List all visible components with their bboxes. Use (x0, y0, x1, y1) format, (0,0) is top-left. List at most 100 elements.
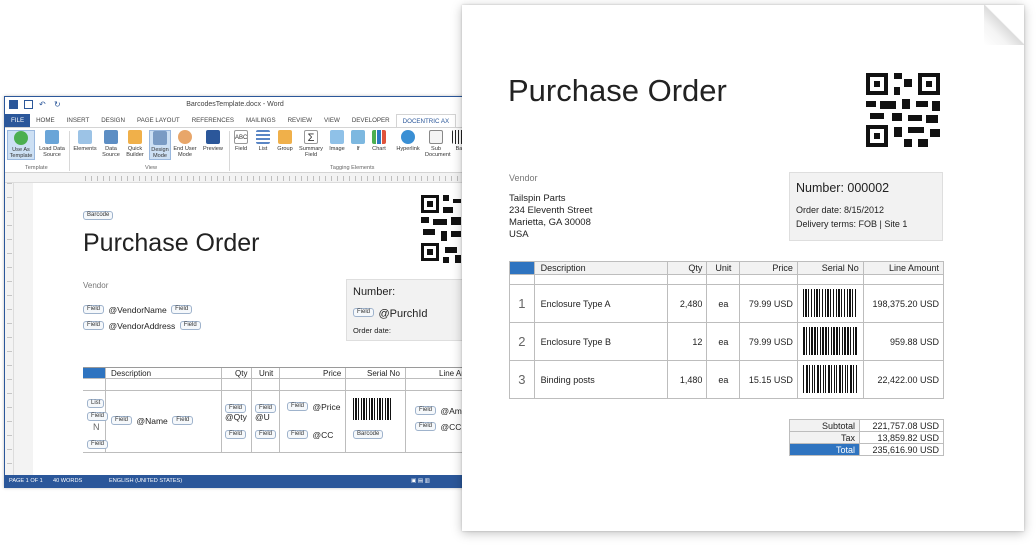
row-serial-barcode (796, 360, 864, 399)
template-number-box: Number: Field @PurchId Order date: (346, 279, 465, 341)
field-tag[interactable]: Field (111, 416, 133, 426)
word-preview-icon (206, 130, 220, 144)
group-label-tagging-elements: Tagging Elements (330, 165, 375, 171)
vendor-address-line: Field @VendorAddress Field (83, 317, 201, 335)
row-qty: 2,480 (667, 284, 708, 323)
list-button[interactable]: List (255, 130, 271, 152)
purch-id-field[interactable]: @PurchId (378, 308, 427, 320)
hyperlink-button[interactable]: Hyperlink (393, 130, 423, 152)
field-tag[interactable]: Field (255, 430, 277, 440)
row-price: 79.99 USD (739, 322, 798, 361)
sigma-icon: Σ (304, 130, 318, 144)
vendor-line: Tailspin Parts (509, 193, 566, 204)
elements-button[interactable]: Elements (71, 130, 99, 152)
field-tag[interactable]: Field (287, 430, 309, 440)
image-icon (330, 130, 344, 144)
field-tag[interactable]: Field (415, 406, 437, 416)
horizontal-ruler[interactable] (5, 174, 465, 183)
status-bar: PAGE 1 OF 1 40 WORDS ENGLISH (UNITED STA… (5, 475, 465, 487)
table-row: 1 Enclosure Type A 2,480 ea 79.99 USD 19… (509, 284, 945, 323)
amount-currency-field[interactable]: @CC (440, 422, 461, 432)
vendor-name-field[interactable]: @VendorName (108, 305, 166, 315)
field-tag[interactable]: Field (179, 321, 201, 331)
template-table[interactable]: Description Qty Unit Price Serial No Lin… (83, 367, 465, 453)
chart-button[interactable]: Chart (369, 130, 389, 152)
barcode-tag[interactable]: Barcode (353, 430, 384, 440)
page-count[interactable]: PAGE 1 OF 1 (9, 478, 43, 484)
group-separator (69, 131, 70, 171)
end-user-mode-button[interactable]: End User Mode (173, 130, 197, 158)
vertical-ruler[interactable] (5, 183, 14, 475)
barcode-tag[interactable]: Barcode (83, 211, 114, 221)
header-line-amount: Line Amount (862, 261, 945, 275)
field-tag[interactable]: Field (225, 430, 247, 440)
table-header-accent (83, 368, 105, 378)
summary-field-button[interactable]: Σ Summary Field (297, 130, 325, 158)
if-label: If (356, 146, 360, 152)
list-icon (256, 130, 270, 144)
tab-review[interactable]: REVIEW (282, 114, 318, 127)
field-tag[interactable]: Field (83, 321, 105, 331)
quick-builder-button[interactable]: Quick Builder (123, 130, 147, 158)
tab-view[interactable]: VIEW (318, 114, 346, 127)
name-field[interactable]: @Name (136, 416, 167, 426)
tab-design[interactable]: DESIGN (95, 114, 131, 127)
field-tag[interactable]: Field (83, 305, 105, 315)
tab-insert[interactable]: INSERT (61, 114, 96, 127)
sub-document-button[interactable]: Sub Document (425, 130, 451, 158)
unit-field-tag-wrap-2: Field (255, 426, 277, 444)
currency-field[interactable]: @CC (312, 430, 333, 440)
qty-field[interactable]: @Qty (225, 412, 247, 422)
field-tag[interactable]: Field (87, 412, 109, 422)
field-tag[interactable]: Field (287, 402, 309, 412)
field-tag[interactable]: Field (87, 440, 109, 450)
field-tag[interactable]: Field (171, 305, 193, 315)
data-source-button[interactable]: Data Source (101, 130, 121, 158)
preview-button[interactable]: Preview (201, 130, 225, 152)
field-button[interactable]: ABC Field (231, 130, 251, 152)
row-qty: 1,480 (667, 360, 708, 399)
list-tag[interactable]: List (87, 399, 105, 409)
tab-home[interactable]: HOME (30, 114, 61, 127)
field-tag[interactable]: Field (415, 422, 437, 432)
vendor-address-field[interactable]: @VendorAddress (108, 321, 175, 331)
template-row-number: N (93, 422, 100, 432)
output-document: Purchase Order Vendor Tailspin Parts 234… (462, 5, 1024, 531)
purch-id-line: Field @PurchId (353, 304, 428, 322)
tab-mailings[interactable]: MAILINGS (240, 114, 282, 127)
tab-page-layout[interactable]: PAGE LAYOUT (131, 114, 186, 127)
totals-table: Subtotal 221,757.08 USD Tax 13,859.82 US… (789, 419, 944, 456)
image-button[interactable]: Image (327, 130, 347, 152)
data-source-label: Data Source (102, 146, 120, 159)
field-tag[interactable]: Field (353, 308, 375, 318)
language-status[interactable]: ENGLISH (UNITED STATES) (109, 478, 182, 484)
header-unit: Unit (706, 261, 741, 275)
load-data-source-button[interactable]: Load Data Source (37, 130, 67, 158)
abc-icon: ABC (234, 130, 248, 144)
tab-file[interactable]: FILE (5, 114, 31, 127)
row-amount: 22,422.00 USD (862, 360, 945, 399)
globe-icon (401, 130, 415, 144)
order-number-box: Number: 000002 Order date: 8/15/2012 Del… (789, 172, 943, 241)
template-order-date-label: Order date: (353, 326, 391, 335)
field-tag[interactable]: Field (172, 416, 194, 426)
unit-field[interactable]: @U (255, 412, 270, 422)
design-mode-button[interactable]: Design Mode (149, 130, 171, 161)
tab-docentric-ax[interactable]: DOCENTRIC AX (395, 114, 457, 127)
currency-field-line: Field @CC (287, 426, 333, 444)
price-field[interactable]: @Price (312, 402, 340, 412)
use-as-template-button[interactable]: Use As Template (7, 130, 35, 161)
quick-builder-icon (128, 130, 142, 144)
word-count[interactable]: 40 WORDS (53, 478, 82, 484)
tab-references[interactable]: REFERENCES (186, 114, 240, 127)
word-document-page[interactable]: Barcode Purchase Order Vendor Field @Ven… (33, 183, 465, 475)
if-button[interactable]: If (351, 130, 365, 152)
tab-developer[interactable]: DEVELOPER (346, 114, 396, 127)
spacer-row (509, 274, 945, 285)
ribbon: Use As Template Load Data Source Element… (5, 127, 465, 173)
vendor-line: Marietta, GA 30008 (509, 217, 591, 228)
document-qr-code (864, 71, 942, 149)
row-description: Binding posts (533, 360, 669, 399)
view-icons[interactable]: ▣ ▤ ▥ (411, 478, 430, 484)
group-button[interactable]: Group (275, 130, 295, 152)
